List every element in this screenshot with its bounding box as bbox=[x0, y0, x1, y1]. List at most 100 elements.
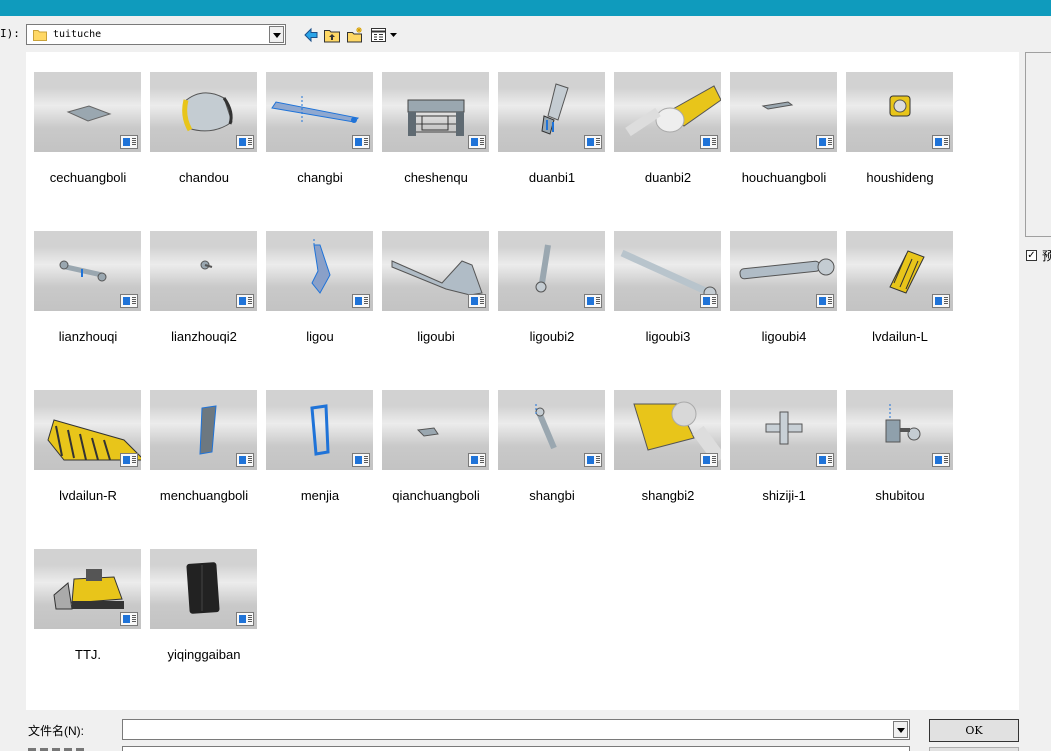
file-tile[interactable]: yiqinggaiban bbox=[142, 529, 258, 662]
file-thumbnail bbox=[730, 72, 837, 152]
filename-input[interactable] bbox=[122, 719, 910, 740]
part-file-icon bbox=[120, 453, 138, 467]
file-tile[interactable]: menjia bbox=[258, 370, 374, 503]
file-tile[interactable]: lvdailun-R bbox=[26, 370, 142, 503]
file-tile[interactable]: qianchuangboli bbox=[374, 370, 490, 503]
part-file-icon bbox=[816, 453, 834, 467]
file-tile[interactable]: cheshenqu bbox=[374, 52, 490, 185]
file-tile[interactable]: ligoubi4 bbox=[722, 211, 838, 344]
part-file-icon bbox=[352, 294, 370, 308]
file-thumbnail bbox=[846, 72, 953, 152]
file-thumbnail bbox=[498, 390, 605, 470]
file-name: duanbi1 bbox=[528, 170, 576, 185]
file-name: menjia bbox=[300, 488, 340, 503]
file-tile[interactable]: shangbi bbox=[490, 370, 606, 503]
file-tile[interactable]: lianzhouqi bbox=[26, 211, 142, 344]
file-tile[interactable]: houshideng bbox=[838, 52, 954, 185]
ok-button[interactable]: OK bbox=[929, 719, 1019, 742]
file-name: duanbi2 bbox=[644, 170, 692, 185]
file-thumbnail bbox=[34, 390, 141, 470]
file-name: menchuangboli bbox=[159, 488, 249, 503]
file-thumbnail bbox=[382, 231, 489, 311]
part-file-icon bbox=[120, 135, 138, 149]
file-thumbnail bbox=[382, 72, 489, 152]
file-name: lvdailun-R bbox=[59, 488, 117, 503]
file-tile[interactable]: duanbi2 bbox=[606, 52, 722, 185]
back-button[interactable] bbox=[302, 26, 320, 44]
file-thumbnail bbox=[846, 390, 953, 470]
file-tile[interactable]: duanbi1 bbox=[490, 52, 606, 185]
part-file-icon bbox=[236, 612, 254, 626]
file-name: ligoubi bbox=[417, 329, 455, 344]
file-type-label bbox=[28, 746, 88, 751]
file-tile[interactable]: ligoubi bbox=[374, 211, 490, 344]
file-name: ligoubi3 bbox=[645, 329, 691, 344]
preview-checkbox[interactable]: ✓ bbox=[1026, 250, 1037, 261]
file-tile[interactable]: shangbi2 bbox=[606, 370, 722, 503]
part-file-icon bbox=[352, 135, 370, 149]
part-file-icon bbox=[932, 453, 950, 467]
file-thumbnail bbox=[34, 549, 141, 629]
back-arrow-icon bbox=[304, 27, 318, 43]
file-name: ligoubi2 bbox=[529, 329, 575, 344]
new-folder-icon bbox=[347, 27, 362, 43]
look-in-combobox[interactable]: tuituche bbox=[26, 24, 286, 45]
part-file-icon bbox=[120, 294, 138, 308]
part-file-icon bbox=[236, 294, 254, 308]
file-tile[interactable]: houchuangboli bbox=[722, 52, 838, 185]
file-thumbnail bbox=[150, 72, 257, 152]
file-tile[interactable]: cechuangboli bbox=[26, 52, 142, 185]
file-thumbnail bbox=[150, 549, 257, 629]
part-file-icon bbox=[700, 135, 718, 149]
file-thumbnail bbox=[614, 231, 721, 311]
file-name: qianchuangboli bbox=[392, 488, 480, 503]
file-thumbnail bbox=[498, 231, 605, 311]
part-file-icon bbox=[468, 453, 486, 467]
part-file-icon bbox=[816, 294, 834, 308]
part-file-icon bbox=[584, 294, 602, 308]
part-file-icon bbox=[700, 294, 718, 308]
part-file-icon bbox=[584, 453, 602, 467]
file-tile[interactable]: ligou bbox=[258, 211, 374, 344]
file-name: changbi bbox=[297, 170, 343, 185]
folder-icon bbox=[33, 28, 47, 41]
file-tile[interactable]: lianzhouqi2 bbox=[142, 211, 258, 344]
file-thumbnail bbox=[34, 231, 141, 311]
file-thumbnail-view[interactable]: cechuangboli chandou changbi cheshenqu duanb… bbox=[26, 52, 1019, 710]
part-file-icon bbox=[468, 135, 486, 149]
up-folder-button[interactable] bbox=[323, 26, 341, 44]
file-tile[interactable]: changbi bbox=[258, 52, 374, 185]
file-name: lianzhouqi2 bbox=[171, 329, 237, 344]
file-thumbnail bbox=[266, 231, 373, 311]
file-name: yiqinggaiban bbox=[167, 647, 241, 662]
file-thumbnail bbox=[266, 72, 373, 152]
file-thumbnail bbox=[382, 390, 489, 470]
file-tile[interactable]: chandou bbox=[142, 52, 258, 185]
file-tile[interactable]: shubitou bbox=[838, 370, 954, 503]
file-tile[interactable]: shiziji-1 bbox=[722, 370, 838, 503]
file-thumbnail bbox=[730, 390, 837, 470]
filename-dropdown-button[interactable] bbox=[893, 721, 908, 738]
look-in-dropdown-button[interactable] bbox=[269, 26, 284, 43]
part-file-icon bbox=[236, 135, 254, 149]
cancel-button[interactable] bbox=[929, 747, 1019, 751]
new-folder-button[interactable] bbox=[346, 26, 364, 44]
file-tile[interactable]: menchuangboli bbox=[142, 370, 258, 503]
file-name: shubitou bbox=[875, 488, 925, 503]
file-tile[interactable]: TTJ. bbox=[26, 529, 142, 662]
file-name: shangbi bbox=[529, 488, 575, 503]
preview-pane bbox=[1025, 52, 1051, 237]
file-type-combobox[interactable] bbox=[122, 746, 910, 751]
open-file-dialog: { "lookin": { "label": "I):", "folder": … bbox=[0, 0, 1051, 751]
file-tile[interactable]: lvdailun-L bbox=[838, 211, 954, 344]
view-details-icon bbox=[371, 28, 397, 42]
file-tile[interactable]: ligoubi3 bbox=[606, 211, 722, 344]
file-name: ligou bbox=[306, 329, 334, 344]
file-thumbnail bbox=[614, 72, 721, 152]
view-menu-button[interactable] bbox=[370, 26, 400, 44]
part-file-icon bbox=[700, 453, 718, 467]
up-folder-icon bbox=[324, 30, 340, 43]
title-bar bbox=[0, 0, 1051, 16]
file-tile[interactable]: ligoubi2 bbox=[490, 211, 606, 344]
file-thumbnail bbox=[266, 390, 373, 470]
